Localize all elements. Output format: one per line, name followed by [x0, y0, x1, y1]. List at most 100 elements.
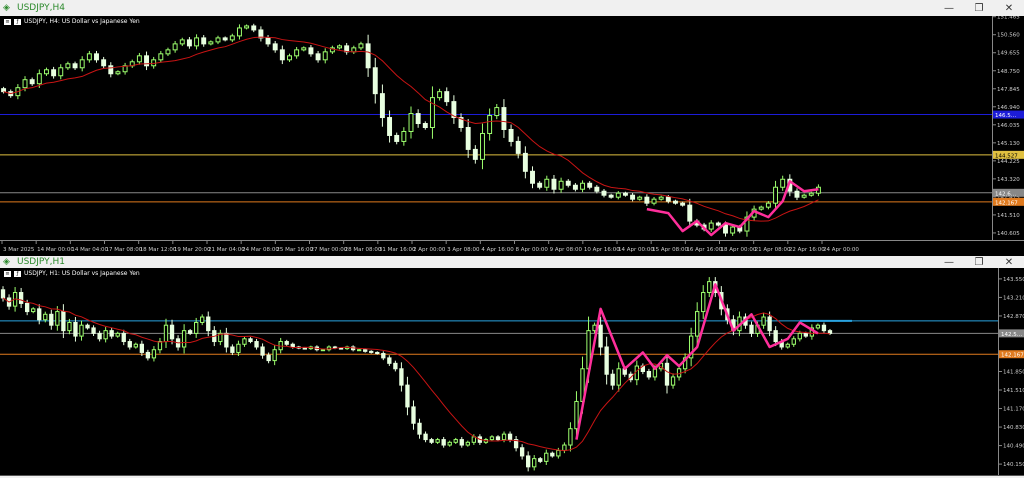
candle-body: [194, 37, 200, 47]
price-plot[interactable]: ≡ ƒ USDJPY, H1: US Dollar vs Japanese Ye…: [0, 268, 998, 475]
candle-body: [544, 452, 549, 462]
candle-body: [758, 206, 764, 210]
x-tick-label: 25 Mar 16:00: [276, 247, 313, 253]
candle-body: [538, 458, 543, 462]
candle-body: [519, 447, 525, 457]
candle-body: [551, 178, 557, 190]
candle-body: [369, 350, 374, 353]
candle-body: [646, 371, 652, 378]
price-axis[interactable]: 143.550143.210142.870142.530142.190141.8…: [998, 268, 1024, 475]
candle-body: [322, 51, 328, 61]
price-plot[interactable]: ≡ ƒ USDJPY, H4: US Dollar vs Japanese Ye…: [0, 16, 992, 240]
candle-body: [423, 433, 428, 441]
candle-body: [91, 327, 96, 334]
candle-body: [444, 91, 450, 103]
candle-body: [387, 357, 392, 364]
y-tick-label: 151.465: [997, 16, 1020, 21]
candle-body: [803, 332, 808, 337]
maximize-button[interactable]: ❐: [964, 257, 994, 268]
window-titlebar[interactable]: ◈ USDJPY,H4 — ❐ ✕: [0, 0, 1024, 16]
candle-body: [435, 439, 440, 443]
y-tick-label: 140.150: [1003, 462, 1024, 468]
x-tick-label: 24 Apr 00:00: [823, 247, 859, 253]
candle-body: [465, 127, 471, 150]
candle-body: [515, 140, 521, 154]
chart-window-h1[interactable]: ◈ USDJPY,H1 — ❐ ✕ ≡ ƒ USDJPY, H1: US Dol…: [0, 256, 1024, 476]
candle-body: [287, 55, 292, 61]
candle-body: [372, 67, 378, 95]
y-tick-label: 141.510: [1003, 388, 1024, 394]
candle-body: [749, 324, 754, 334]
candle-body: [670, 376, 676, 386]
candle-body: [808, 192, 814, 196]
candle-body: [201, 37, 207, 45]
candle-body: [532, 458, 537, 468]
candle-body: [508, 128, 514, 142]
candle-body: [537, 182, 543, 188]
y-tick-label: 143.210: [1003, 295, 1024, 301]
candle-body: [356, 349, 362, 352]
candle-body: [254, 341, 259, 348]
candle-body: [673, 200, 678, 204]
y-tick-label: 141.850: [1003, 370, 1024, 376]
candle-body: [437, 91, 443, 99]
maximize-button[interactable]: ❐: [964, 3, 994, 14]
candle-body: [251, 25, 257, 31]
time-axis[interactable]: 3 Mar 2025 14 Mar 00:00 14 Mar 04:00 17 Mar…: [0, 240, 1024, 257]
candle-body: [723, 224, 728, 234]
candle-body: [394, 134, 400, 142]
price-box-label: 144.527: [995, 153, 1018, 159]
candle-body: [574, 400, 579, 430]
x-tick-label: 3 Apr 08:00: [447, 247, 480, 253]
candle-body: [429, 97, 435, 129]
candle-body: [634, 365, 639, 381]
candle-body: [495, 436, 501, 441]
candle-body: [236, 343, 241, 353]
candlestick-chart[interactable]: [0, 268, 998, 475]
minimize-button[interactable]: —: [934, 257, 964, 268]
close-button[interactable]: ✕: [994, 3, 1024, 14]
candle-body: [658, 196, 664, 200]
candle-body: [471, 436, 477, 443]
candle-body: [224, 332, 229, 348]
candle-body: [294, 49, 300, 57]
y-tick-label: 143.320: [997, 177, 1020, 183]
candle-body: [22, 79, 28, 89]
candle-body: [637, 196, 643, 200]
window-titlebar[interactable]: ◈ USDJPY,H1 — ❐ ✕: [0, 256, 1024, 268]
price-axis[interactable]: 151.465 150.560 149.655 148.750 147.845 146.9…: [992, 15, 1024, 240]
candle-body: [43, 69, 49, 75]
x-tick-label: 31 Mar 16:00: [379, 247, 416, 253]
y-tick-label: 144.225: [997, 159, 1020, 165]
candle-body: [572, 184, 578, 190]
candle-body: [393, 362, 398, 370]
candle-body: [530, 170, 535, 184]
candle-body: [565, 180, 571, 186]
candle-body: [608, 194, 614, 198]
candle-body: [208, 41, 214, 45]
candle-body: [97, 332, 102, 340]
candle-body: [279, 49, 285, 61]
candle-body: [86, 53, 92, 61]
close-button[interactable]: ✕: [994, 257, 1024, 268]
candle-body: [302, 347, 307, 350]
candle-body: [206, 316, 211, 332]
candle-body: [707, 281, 712, 294]
candle-body: [785, 343, 790, 348]
symbol-label: ≡ ƒ USDJPY, H1: US Dollar vs Japanese Ye…: [4, 270, 140, 277]
price-box-label: 142.5…: [1001, 332, 1022, 338]
window-title: USDJPY,H1: [17, 257, 65, 267]
candle-body: [101, 59, 107, 67]
x-tick-label: 14 Mar 00:00: [37, 247, 74, 253]
candle-body: [358, 43, 364, 49]
indicator-icon: ƒ: [14, 270, 21, 277]
candle-body: [708, 222, 714, 230]
y-tick-label: 150.560: [997, 33, 1020, 39]
x-tick-label: 14 Apr 00:00: [618, 247, 654, 253]
y-tick-label: 147.845: [997, 87, 1020, 93]
candle-body: [379, 93, 385, 119]
minimize-button[interactable]: —: [934, 3, 964, 14]
candle-body: [103, 330, 108, 340]
candlestick-chart[interactable]: [0, 16, 992, 240]
chart-window-h4[interactable]: ◈ USDJPY,H4 — ❐ ✕ ≡ ƒ USDJPY, H4: US Dol…: [0, 0, 1024, 257]
